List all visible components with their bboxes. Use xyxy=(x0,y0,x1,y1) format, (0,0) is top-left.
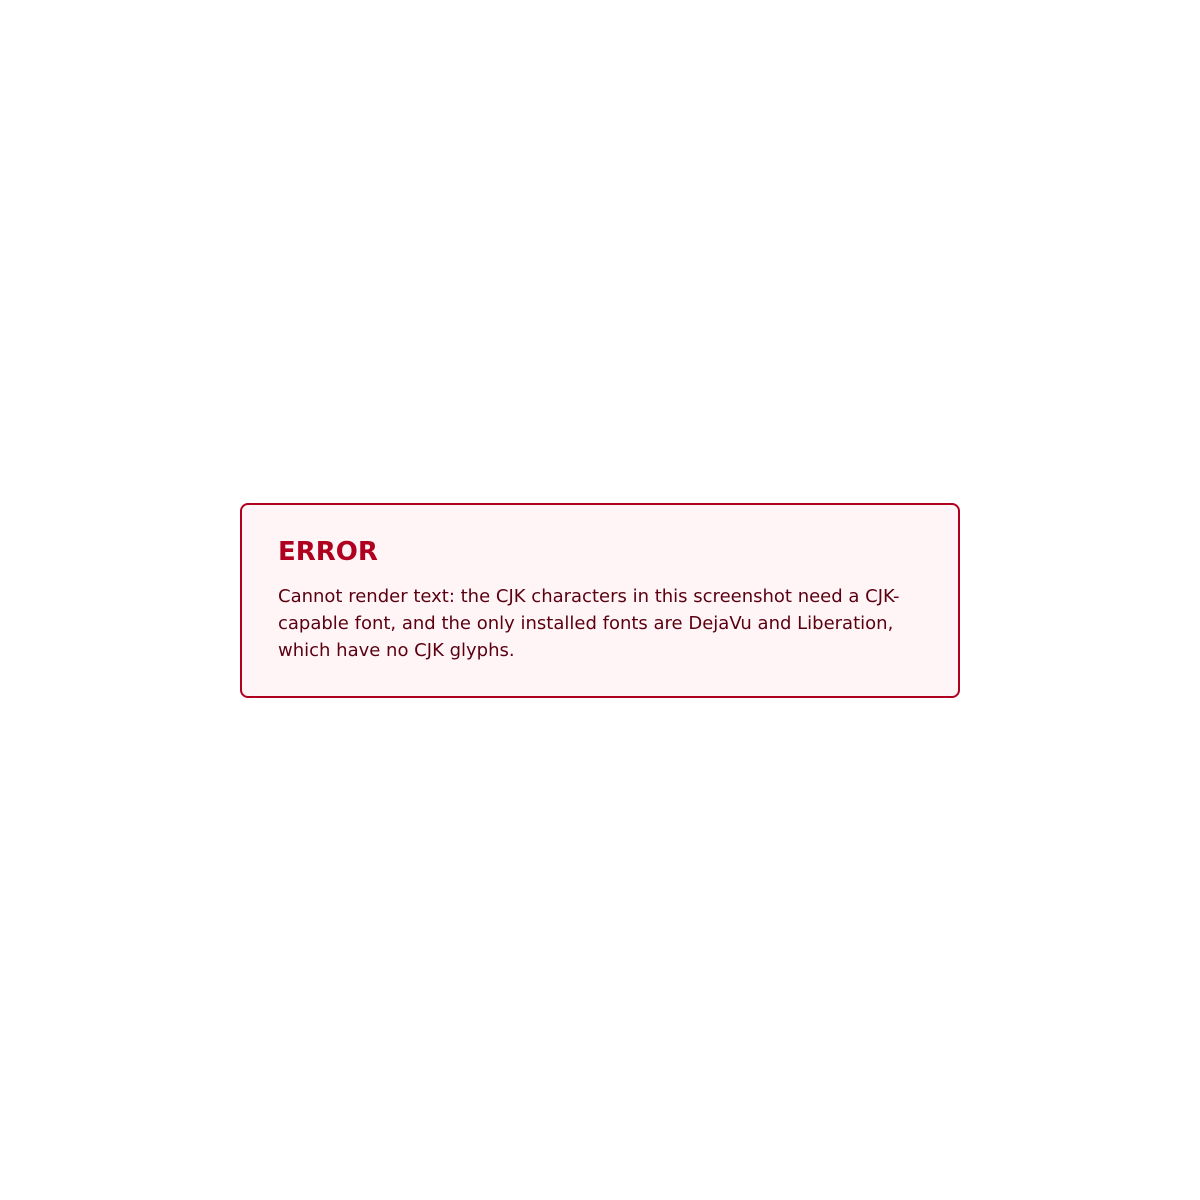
error-title: ERROR xyxy=(278,536,378,567)
error-panel: ERROR Cannot render text: the CJK charac… xyxy=(240,502,960,698)
error-message: Cannot render text: the CJK characters i… xyxy=(278,585,900,661)
